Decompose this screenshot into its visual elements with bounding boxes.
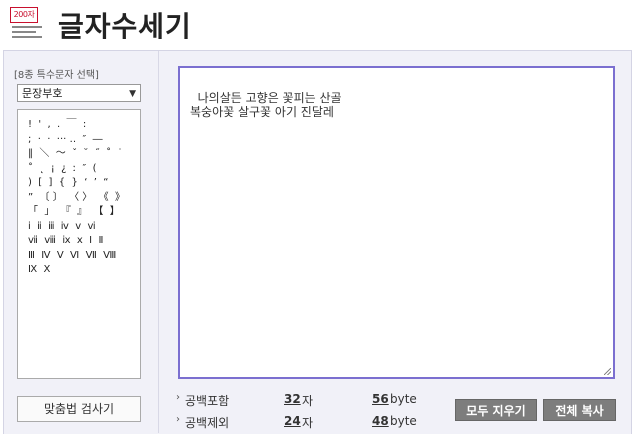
char-count-without-space: 24	[284, 414, 301, 428]
stat-row-without-space: › 공백제외 24 자 48 byte	[176, 414, 446, 432]
text-input-content: 나의살든 고향은 꽃피는 산골 복숭아꽃 살구꽃 아기 진달레	[190, 91, 342, 119]
byte-unit: byte	[390, 392, 417, 406]
page-title: 글자수세기	[58, 10, 192, 43]
symbol-category-value: 문장부호	[22, 87, 63, 100]
symbol-category-label: [8종 특수문자 선택]	[14, 70, 99, 81]
char-count-with-space: 32	[284, 392, 301, 406]
char-unit: 자	[302, 394, 314, 408]
bullet-arrow-icon: ›	[176, 414, 180, 425]
chevron-down-icon: ▼	[129, 89, 136, 99]
resize-handle-icon[interactable]	[604, 368, 611, 375]
header: 200자 글자수세기	[0, 0, 634, 48]
document-logo-icon: 200자	[10, 7, 44, 39]
spell-check-button[interactable]: 맞춤법 검사기	[17, 396, 141, 422]
symbol-list[interactable]: ! ' , . ￣ : ; · · ··· ‥ ″ ― ‖ ＼ ～ ˇ ˘ ˝ …	[17, 109, 141, 379]
stat-label: 공백제외	[185, 416, 230, 430]
text-input-area[interactable]: 나의살든 고향은 꽃피는 산골 복숭아꽃 살구꽃 아기 진달레	[178, 66, 615, 379]
char-unit: 자	[302, 416, 314, 430]
panel-divider	[158, 51, 159, 433]
byte-count-without-space: 48	[372, 414, 389, 428]
stat-label: 공백포함	[185, 394, 230, 408]
stat-row-with-space: › 공백포함 32 자 56 byte	[176, 392, 446, 410]
symbol-category-select[interactable]: 문장부호 ▼	[17, 84, 141, 102]
copy-all-button[interactable]: 전체 복사	[543, 399, 616, 421]
logo-badge: 200자	[10, 7, 38, 23]
bullet-arrow-icon: ›	[176, 392, 180, 403]
clear-all-button[interactable]: 모두 지우기	[455, 399, 537, 421]
byte-unit: byte	[390, 414, 417, 428]
byte-count-with-space: 56	[372, 392, 389, 406]
